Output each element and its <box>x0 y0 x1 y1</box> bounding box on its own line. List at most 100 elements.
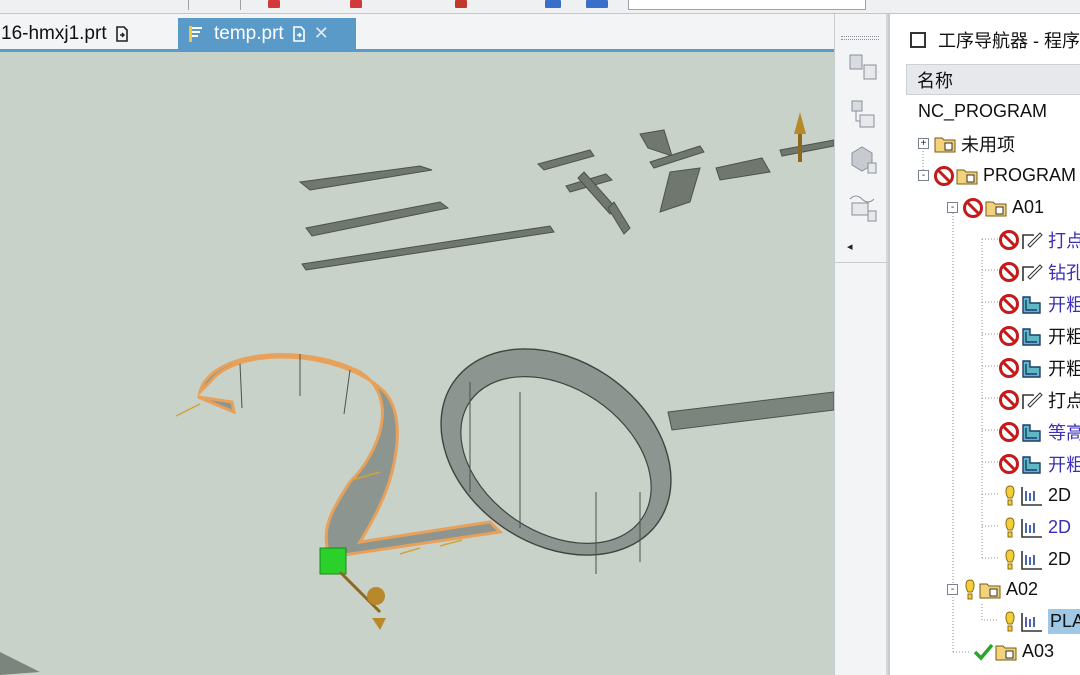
toolbar-separator <box>240 0 241 10</box>
prohibited-status-icon <box>999 229 1019 250</box>
tree-row-label: NC_PROGRAM <box>918 101 1048 121</box>
tree-row-label: 开粗 <box>1048 326 1080 347</box>
prohibited-status-icon <box>963 197 983 218</box>
tab-temp[interactable]: temp.prt ✕ <box>178 18 356 49</box>
tree-row-unused[interactable]: + 未用项 <box>890 128 1080 159</box>
tree-row-operation-selected[interactable]: PLA <box>890 606 1080 637</box>
assembly-navigator-icon[interactable] <box>843 48 883 88</box>
regenerate-status-icon <box>1005 516 1015 537</box>
regenerate-status-icon <box>965 578 975 599</box>
toolbar-red-icon[interactable] <box>268 0 280 8</box>
prohibited-status-icon <box>999 261 1019 282</box>
document-icon <box>115 25 128 42</box>
resource-bar-divider <box>835 262 887 263</box>
regenerate-status-icon <box>1005 548 1015 569</box>
tree-row-a03[interactable]: A03 <box>890 636 1080 667</box>
toolbar-view-icon[interactable] <box>545 0 561 8</box>
tree-row-label: A03 <box>1022 641 1055 661</box>
planar-mill-icon <box>1021 612 1042 632</box>
regenerate-status-icon <box>1005 610 1015 631</box>
tree-row-operation[interactable]: 2D <box>890 544 1080 575</box>
tree-row-label: 等高 <box>1048 422 1080 443</box>
part-navigator-icon[interactable] <box>843 140 883 180</box>
tree-row-operation[interactable]: 开粗 <box>890 448 1080 479</box>
graphics-window[interactable] <box>0 52 834 675</box>
tab-label: temp.prt <box>214 22 284 44</box>
document-tab-bar: 16-hmxj1.prt temp.prt ✕ <box>0 14 836 52</box>
group-folder-icon <box>956 169 978 184</box>
tree-row-label: 打点 <box>1048 230 1080 251</box>
operation-tree: NC_PROGRAM + 未用项 - PROGRAM - A01 打点 <box>890 14 1080 675</box>
tree-row-operation[interactable]: 开粗 <box>890 352 1080 383</box>
tree-row-operation[interactable]: 开粗 <box>890 320 1080 351</box>
tree-row-label: 开粗 <box>1048 454 1080 475</box>
tree-row-label: PROGRAM <box>983 165 1077 185</box>
cavity-mill-icon <box>1022 327 1041 346</box>
tree-row-a01[interactable]: - A01 <box>890 192 1080 223</box>
expand-toggle[interactable]: + <box>918 138 929 149</box>
tree-row-label: 2D <box>1048 485 1072 505</box>
engraved-bar <box>667 391 834 431</box>
tree-row-label: A01 <box>1012 197 1045 217</box>
engraved-fragment <box>0 652 40 675</box>
tree-row-label: 未用项 <box>961 134 1015 155</box>
toolbar-red-icon[interactable] <box>350 0 362 8</box>
tree-row-operation[interactable]: 2D <box>890 480 1080 511</box>
operation-navigator-panel: 工序导航器 - 程序顺序 名称 NC_PROGRAM + 未用项 - <box>888 14 1080 675</box>
prohibited-status-icon <box>999 325 1019 346</box>
planar-mill-icon <box>1021 486 1042 506</box>
prohibited-status-icon <box>999 389 1019 410</box>
model-view[interactable] <box>0 52 834 675</box>
prohibited-status-icon <box>999 357 1019 378</box>
tree-row-label: 开粗 <box>1048 358 1080 379</box>
operation-navigator-icon[interactable] <box>843 188 883 228</box>
tree-row-program[interactable]: - PROGRAM <box>890 160 1080 191</box>
collapse-toggle[interactable]: - <box>947 202 958 213</box>
group-folder-icon <box>979 583 1001 598</box>
top-toolbar <box>0 0 1080 14</box>
toolbar-view-icon[interactable] <box>586 0 608 8</box>
drill-op-icon <box>1022 231 1043 249</box>
prohibited-status-icon <box>934 165 954 186</box>
tree-row-operation[interactable]: 开粗 <box>890 288 1080 319</box>
tree-row-label: 2D <box>1048 549 1072 569</box>
handle-sphere-icon[interactable] <box>367 587 385 605</box>
complete-check-icon <box>973 643 994 661</box>
tree-row-label: A02 <box>1006 579 1039 599</box>
close-icon[interactable]: ✕ <box>314 23 329 44</box>
tree-row-label: 打点 <box>1048 390 1080 411</box>
tree-row-label: 开粗 <box>1048 294 1080 315</box>
resource-bar-grip <box>841 36 879 40</box>
tree-row-a02[interactable]: - A02 <box>890 574 1080 605</box>
resource-bar: ◂ <box>834 14 887 675</box>
tree-row-label: 2D <box>1048 517 1072 537</box>
cavity-mill-icon <box>1022 295 1041 314</box>
engraved-text-upper <box>298 129 834 271</box>
tree-row-operation[interactable]: 打点 <box>890 384 1080 415</box>
prohibited-status-icon <box>999 421 1019 442</box>
planar-mill-icon <box>1021 518 1042 538</box>
tree-row-operation[interactable]: 等高 <box>890 416 1080 447</box>
toolbar-field[interactable] <box>628 0 866 10</box>
toolbar-red-icon[interactable] <box>455 0 467 8</box>
tree-row-label: PLA <box>1048 609 1080 634</box>
tree-row-operation[interactable]: 2D <box>890 512 1080 543</box>
collapse-arrow-icon[interactable]: ◂ <box>847 240 853 253</box>
tree-row-nc-program[interactable]: NC_PROGRAM <box>890 96 1080 127</box>
collapse-toggle[interactable]: - <box>947 584 958 595</box>
engraved-zero <box>440 348 672 574</box>
drill-op-icon <box>1022 263 1043 281</box>
tab-16-hmxj1[interactable]: 16-hmxj1.prt <box>0 18 129 49</box>
handle-cube-icon[interactable] <box>319 547 347 575</box>
tree-row-operation[interactable]: 钻孔 <box>890 256 1080 287</box>
prohibited-status-icon <box>999 293 1019 314</box>
regenerate-status-icon <box>1005 484 1015 505</box>
constraint-navigator-icon[interactable] <box>843 94 883 134</box>
collapse-toggle[interactable]: - <box>918 170 929 181</box>
prohibited-status-icon <box>999 453 1019 474</box>
drill-op-icon <box>1022 391 1043 409</box>
cavity-mill-icon <box>1022 359 1041 378</box>
toolbar-separator <box>188 0 189 10</box>
tree-row-operation[interactable]: 打点 <box>890 224 1080 255</box>
tree-row-label: 钻孔 <box>1048 262 1080 283</box>
